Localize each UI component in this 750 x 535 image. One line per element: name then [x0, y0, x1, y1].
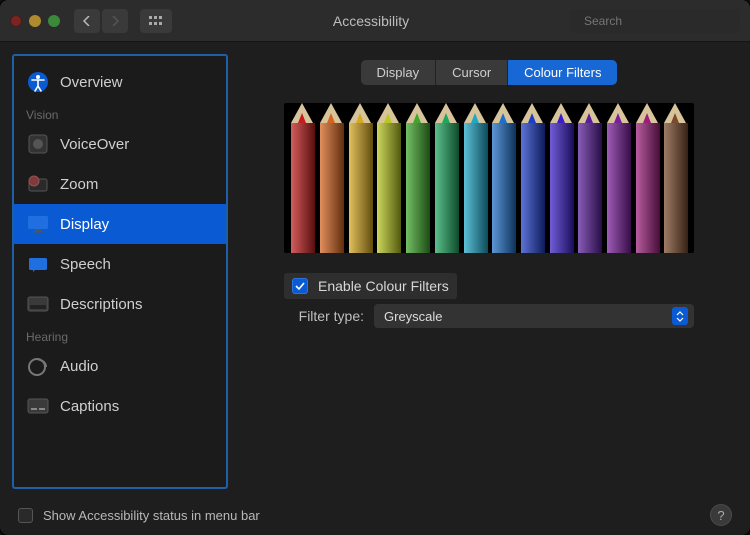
- speech-icon: [26, 252, 50, 276]
- window-close-button[interactable]: [10, 15, 22, 27]
- display-icon: [26, 212, 50, 236]
- pencil: [664, 123, 686, 253]
- filter-type-label: Filter type:: [284, 308, 364, 324]
- footer: Show Accessibility status in menu bar ?: [0, 495, 750, 535]
- sidebar-item-label: Speech: [60, 256, 111, 273]
- statusbar-checkbox[interactable]: [18, 508, 33, 523]
- search-input[interactable]: [584, 14, 739, 28]
- accessibility-window: Accessibility Overview Vision VoiceOver Zoo…: [0, 0, 750, 535]
- voiceover-icon: [26, 132, 50, 156]
- zoom-icon: [26, 172, 50, 196]
- sidebar-item-label: Audio: [60, 358, 98, 375]
- sidebar-item-descriptions[interactable]: Descriptions: [14, 284, 226, 324]
- tab-display[interactable]: Display: [361, 60, 437, 85]
- sidebar-item-speech[interactable]: Speech: [14, 244, 226, 284]
- nav-buttons: [74, 9, 128, 33]
- sidebar-item-overview[interactable]: Overview: [14, 62, 226, 102]
- sidebar-item-display[interactable]: Display: [14, 204, 226, 244]
- colour-preview: [284, 103, 694, 253]
- pencil: [464, 123, 486, 253]
- pencil: [636, 123, 658, 253]
- filter-type-select[interactable]: Greyscale: [374, 304, 694, 328]
- accessibility-icon: [26, 70, 50, 94]
- sidebar-item-voiceover[interactable]: VoiceOver: [14, 124, 226, 164]
- window-zoom-button[interactable]: [48, 15, 60, 27]
- sidebar-item-captions[interactable]: Captions: [14, 386, 226, 426]
- tab-colour-filters[interactable]: Colour Filters: [508, 60, 617, 85]
- title-bar: Accessibility: [0, 0, 750, 42]
- pencil: [521, 123, 543, 253]
- sidebar-item-label: Captions: [60, 398, 119, 415]
- audio-icon: [26, 354, 50, 378]
- controls-group: Enable Colour Filters Filter type: Greys…: [284, 273, 694, 333]
- sidebar-item-label: VoiceOver: [60, 136, 129, 153]
- pencil: [550, 123, 572, 253]
- pencil: [435, 123, 457, 253]
- sidebar-section-label: Vision: [14, 102, 226, 124]
- content-pane: DisplayCursorColour Filters Enable Colou…: [240, 54, 738, 489]
- search-field-wrap[interactable]: [570, 9, 740, 33]
- pencil: [578, 123, 600, 253]
- filter-type-row: Filter type: Greyscale: [284, 299, 694, 333]
- forward-button[interactable]: [102, 9, 128, 33]
- pencil: [320, 123, 342, 253]
- window-minimize-button[interactable]: [29, 15, 41, 27]
- check-icon: [295, 281, 305, 291]
- help-button[interactable]: ?: [710, 504, 732, 526]
- enable-colour-filters-row[interactable]: Enable Colour Filters: [284, 273, 457, 299]
- pencil: [291, 123, 313, 253]
- sidebar-section-label: Hearing: [14, 324, 226, 346]
- sidebar-item-zoom[interactable]: Zoom: [14, 164, 226, 204]
- descriptions-icon: [26, 292, 50, 316]
- window-title: Accessibility: [180, 13, 562, 29]
- filter-type-value: Greyscale: [384, 309, 443, 324]
- tab-group: DisplayCursorColour Filters: [361, 60, 618, 85]
- sidebar-item-label: Descriptions: [60, 296, 143, 313]
- pencil: [377, 123, 399, 253]
- sidebar-item-audio[interactable]: Audio: [14, 346, 226, 386]
- statusbar-checkbox-row[interactable]: Show Accessibility status in menu bar: [18, 508, 260, 523]
- enable-colour-filters-checkbox[interactable]: [292, 278, 308, 294]
- statusbar-label: Show Accessibility status in menu bar: [43, 508, 260, 523]
- tab-cursor[interactable]: Cursor: [436, 60, 508, 85]
- select-stepper-icon: [672, 307, 688, 325]
- sidebar-item-label: Zoom: [60, 176, 98, 193]
- pencil: [349, 123, 371, 253]
- captions-icon: [26, 394, 50, 418]
- back-button[interactable]: [74, 9, 100, 33]
- sidebar[interactable]: Overview Vision VoiceOver Zoom Display Speech…: [12, 54, 228, 489]
- pencil: [492, 123, 514, 253]
- show-all-button[interactable]: [140, 9, 172, 33]
- window-body: Overview Vision VoiceOver Zoom Display Speech…: [0, 42, 750, 495]
- window-traffic-lights: [10, 15, 60, 27]
- pencil: [406, 123, 428, 253]
- pencil: [607, 123, 629, 253]
- enable-colour-filters-label: Enable Colour Filters: [318, 278, 449, 294]
- sidebar-item-label: Overview: [60, 74, 123, 91]
- sidebar-item-label: Display: [60, 216, 109, 233]
